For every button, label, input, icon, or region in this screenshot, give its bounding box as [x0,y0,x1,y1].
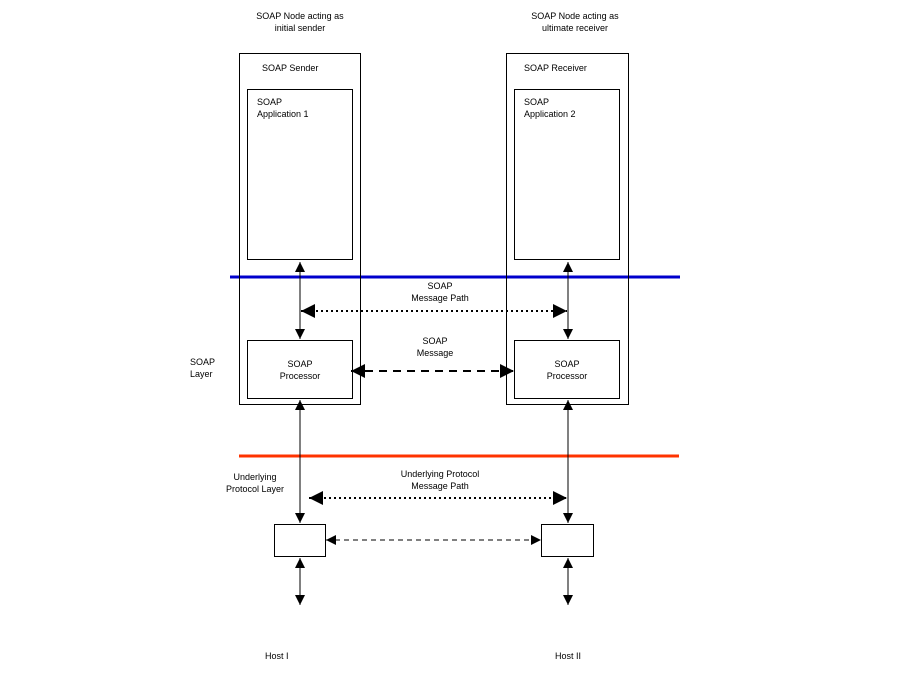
app2-line2: Application 2 [524,109,576,119]
soap-receiver-label: SOAP Receiver [524,63,587,73]
soap-message-label: SOAP Message [385,335,485,359]
receiver-node-title-line2: ultimate receiver [541,23,609,33]
sender-processor-line2: Processor [279,371,321,381]
soap-layer-label: SOAP Layer [190,356,215,380]
sender-soap-processor-label: SOAP Processor [247,358,353,382]
underlying-message-path-line1: Underlying Protocol [400,469,480,479]
underlying-layer-line2: Protocol Layer [225,484,285,494]
soap-message-line1: SOAP [422,336,448,346]
sender-processor-line1: SOAP [287,359,313,369]
app1-line2: Application 1 [257,109,309,119]
underlying-protocol-layer-label: Underlying Protocol Layer [210,471,300,495]
soap-message-line2: Message [416,348,454,358]
receiver-node-title-line1: SOAP Node acting as [531,11,619,21]
sender-node-title-line1: SOAP Node acting as [256,11,344,21]
host-1-label: Host I [265,651,289,661]
receiver-node-title: SOAP Node acting as ultimate receiver [500,10,650,34]
host-2-label: Host II [555,651,582,661]
host-1-protocol-box [274,524,326,557]
receiver-processor-line1: SOAP [554,359,580,369]
app1-line1: SOAP [257,97,283,107]
soap-message-path-line2: Message Path [411,293,469,303]
app2-line1: SOAP [524,97,550,107]
underlying-message-path-line2: Message Path [411,481,469,491]
soap-application-2-label: SOAP Application 2 [524,96,576,120]
soap-sender-label: SOAP Sender [262,63,319,73]
underlying-message-path-label: Underlying Protocol Message Path [380,468,500,492]
soap-application-1-label: SOAP Application 1 [257,96,309,120]
soap-layer-line2: Layer [190,369,213,379]
sender-node-title: SOAP Node acting as initial sender [230,10,370,34]
soap-layer-line1: SOAP [190,357,216,367]
host-2-protocol-box [541,524,594,557]
receiver-processor-line2: Processor [546,371,588,381]
receiver-soap-processor-label: SOAP Processor [514,358,620,382]
soap-message-path-line1: SOAP [427,281,453,291]
soap-message-path-label: SOAP Message Path [380,280,500,304]
underlying-layer-line1: Underlying [233,472,277,482]
sender-node-title-line2: initial sender [274,23,326,33]
